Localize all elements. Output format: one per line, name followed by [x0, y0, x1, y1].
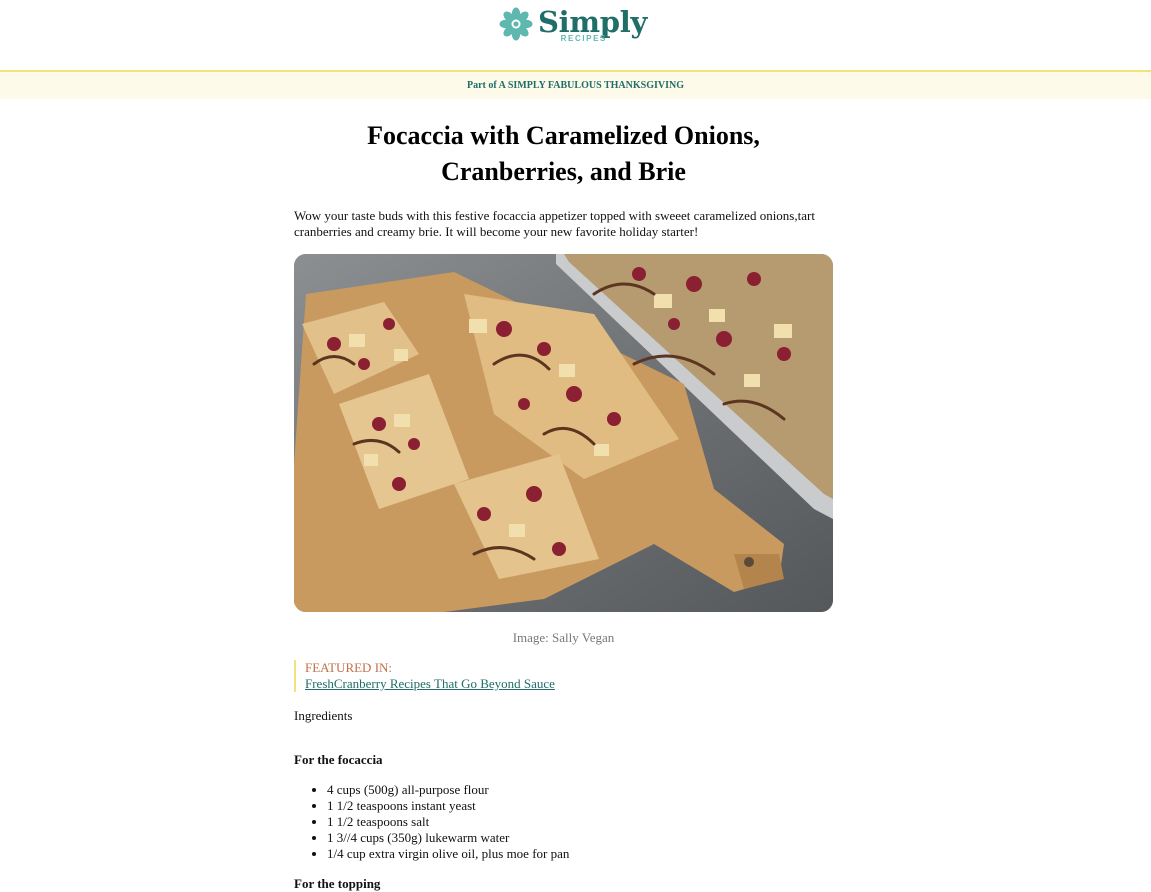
section-heading-topping: For the topping	[294, 876, 381, 891]
simply-recipes-logo[interactable]: Simply RECIPES	[498, 6, 647, 50]
list-item: 1 1/2 teaspoons salt	[327, 814, 833, 830]
ingredient-list-focaccia: 4 cups (500g) all-purpose flour 1 1/2 te…	[294, 782, 833, 862]
flower-icon	[499, 7, 533, 41]
list-item: 4 cups (500g) all-purpose flour	[327, 782, 833, 798]
promo-text[interactable]: Part of A SIMPLY FABULOUS THANKSGIVING	[467, 80, 684, 91]
section-heading-focaccia: For the focaccia	[294, 752, 383, 767]
ingredients-heading: Ingredients	[294, 708, 353, 723]
logo-wordmark: Simply RECIPES	[538, 6, 647, 43]
focaccia-photo-icon	[294, 254, 833, 612]
page-title: Focaccia with Caramelized Onions, Cranbe…	[367, 121, 760, 186]
hero-image	[294, 254, 833, 612]
list-item: 1/4 cup extra virgin olive oil, plus moe…	[327, 846, 833, 862]
site-header: Simply RECIPES	[0, 0, 1151, 72]
promo-banner[interactable]: Part of A SIMPLY FABULOUS THANKSGIVING	[0, 72, 1151, 99]
featured-link[interactable]: FreshCranberry Recipes That Go Beyond Sa…	[305, 676, 555, 691]
recipe-article: Focaccia with Caramelized Onions, Cranbe…	[294, 118, 833, 892]
logo-subtitle: RECIPES	[560, 34, 607, 43]
featured-label: FEATURED IN:	[305, 660, 393, 675]
image-caption: Image: Sally Vegan	[512, 630, 615, 645]
list-item: 1 3//4 cups (350g) lukewarm water	[327, 830, 833, 846]
recipe-intro: Wow your taste buds with this festive fo…	[294, 208, 815, 239]
featured-in-box: FEATURED IN: FreshCranberry Recipes That…	[294, 660, 833, 692]
list-item: 1 1/2 teaspoons instant yeast	[327, 798, 833, 814]
